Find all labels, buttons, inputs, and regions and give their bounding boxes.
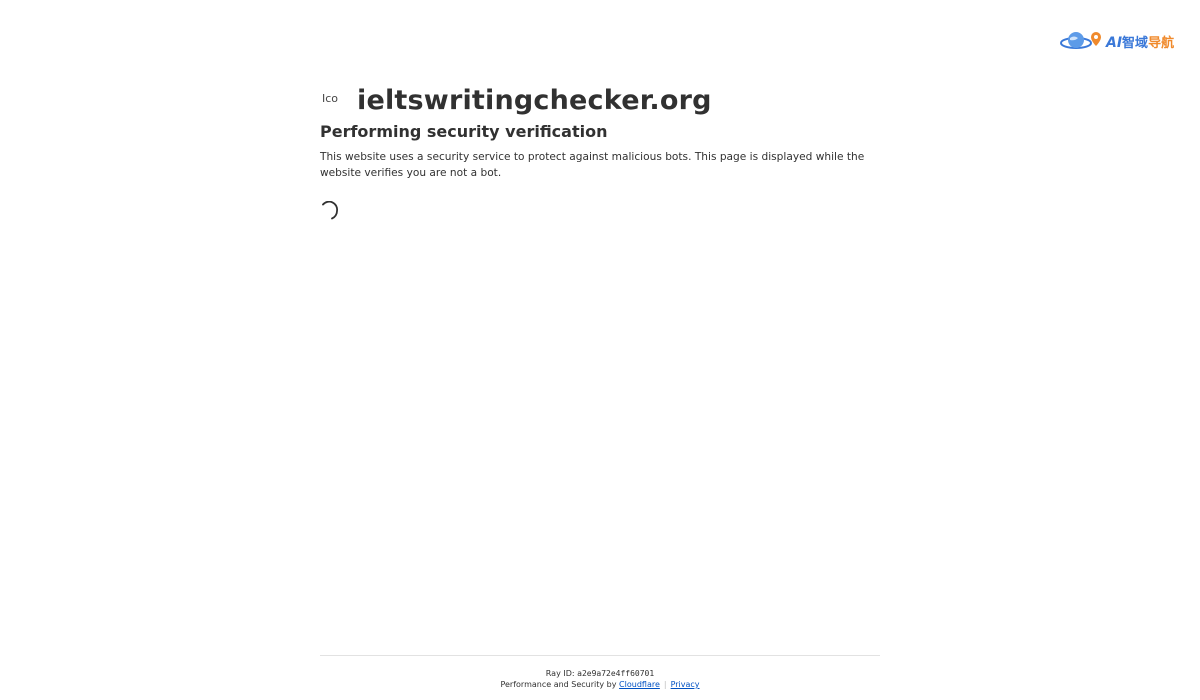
main-content: Ico ieltswritingchecker.org Performing s…: [320, 80, 880, 220]
brand-logo[interactable]: AI智域导航: [1060, 28, 1182, 54]
loading-spinner-icon: [320, 201, 338, 220]
site-name: ieltswritingchecker.org: [357, 84, 712, 116]
cloudflare-link[interactable]: Cloudflare: [619, 680, 660, 689]
verification-heading: Performing security verification: [320, 122, 608, 141]
performance-line: Performance and Security by Cloudflare | P…: [320, 679, 880, 691]
site-header: Ico ieltswritingchecker.org: [320, 80, 880, 120]
brand-wordmark: AI智域导航: [1106, 34, 1175, 51]
footer-separator: |: [663, 680, 667, 689]
verification-description: This website uses a security service to …: [320, 151, 865, 179]
page-footer: Ray ID: a2e9a72e4ff60701 Performance and…: [320, 655, 880, 691]
site-favicon: Ico: [322, 92, 339, 105]
performance-text: Performance and Security by: [500, 680, 617, 689]
globe-pin-icon: [1060, 32, 1101, 49]
privacy-link[interactable]: Privacy: [671, 680, 700, 689]
ray-id-value: a2e9a72e4ff60701: [577, 669, 655, 678]
verification-page: AI智域导航 Ico ieltswritingchecker.org Perfo…: [0, 0, 1200, 700]
ray-id-label: Ray ID:: [545, 669, 575, 678]
ray-id-line: Ray ID: a2e9a72e4ff60701: [320, 668, 880, 679]
